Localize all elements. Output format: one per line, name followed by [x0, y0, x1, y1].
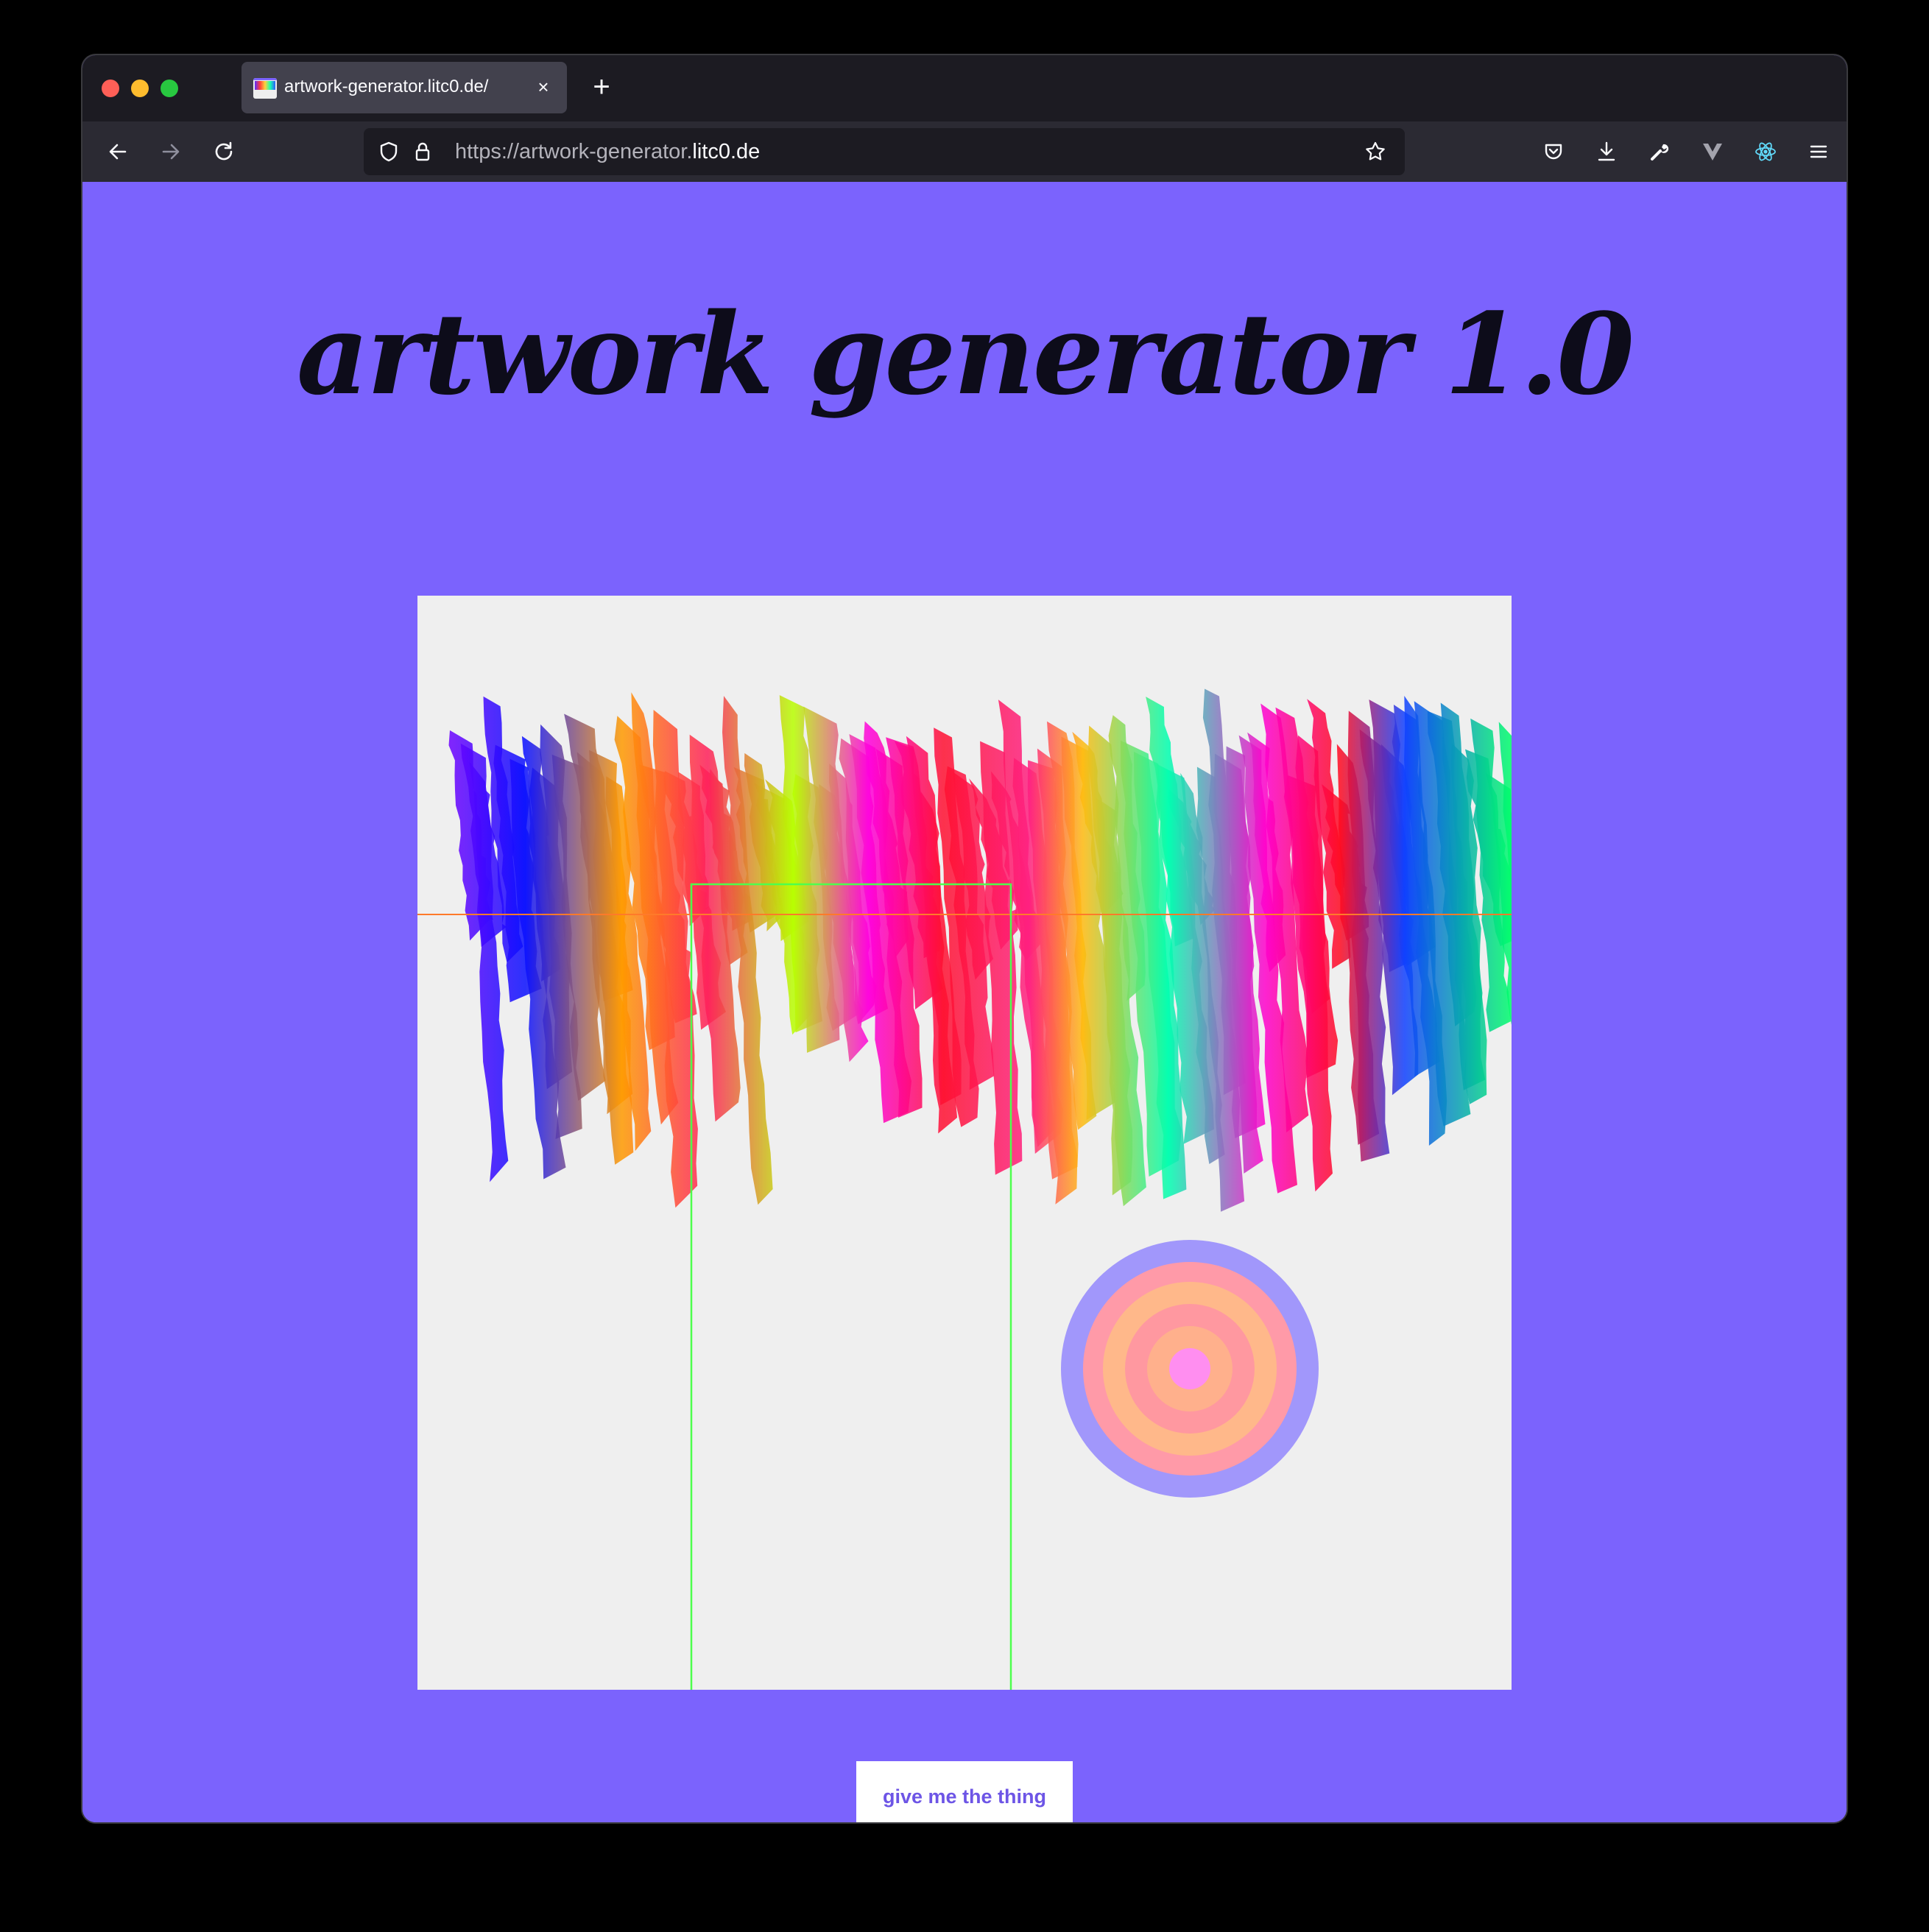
hamburger-menu-icon[interactable]: [1798, 131, 1839, 172]
page-content: artwork generator 1.0 give me the thing: [82, 182, 1847, 1822]
react-devtools-icon[interactable]: [1745, 131, 1786, 172]
artwork-ring: [1169, 1348, 1210, 1389]
lock-icon[interactable]: [409, 138, 436, 165]
shield-icon[interactable]: [375, 138, 402, 165]
browser-window: artwork-generator.litc0.de/ × + https://…: [82, 55, 1847, 1822]
forward-arrow-icon[interactable]: [150, 131, 191, 172]
tab-close-icon[interactable]: ×: [530, 74, 557, 100]
artwork-canvas: [417, 596, 1512, 1690]
url-domain: litc0.de: [692, 140, 761, 163]
new-tab-button[interactable]: +: [583, 68, 620, 105]
back-arrow-icon[interactable]: [97, 131, 138, 172]
url-text[interactable]: https://artwork-generator.litc0.de: [455, 140, 760, 164]
url-bar[interactable]: https://artwork-generator.litc0.de: [364, 128, 1405, 175]
reload-icon[interactable]: [203, 131, 244, 172]
page-title: artwork generator 1.0: [296, 288, 1634, 420]
download-icon[interactable]: [1586, 131, 1627, 172]
generate-button[interactable]: give me the thing: [856, 1761, 1073, 1822]
zoom-window-button[interactable]: [161, 80, 178, 97]
tab-bar: artwork-generator.litc0.de/ × +: [82, 55, 1847, 121]
vue-devtools-icon[interactable]: [1692, 131, 1733, 172]
minimize-window-button[interactable]: [131, 80, 149, 97]
wrench-icon[interactable]: [1639, 131, 1680, 172]
navigation-toolbar: https://artwork-generator.litc0.de: [82, 121, 1847, 183]
bookmark-star-icon[interactable]: [1362, 138, 1389, 165]
tab-title: artwork-generator.litc0.de/: [284, 77, 489, 96]
url-prefix: https://artwork-generator.: [455, 140, 693, 163]
artwork-image: [417, 688, 1512, 1690]
close-window-button[interactable]: [102, 80, 119, 97]
favicon-icon: [253, 78, 277, 99]
active-tab[interactable]: artwork-generator.litc0.de/ ×: [241, 62, 567, 113]
pocket-icon[interactable]: [1533, 131, 1574, 172]
